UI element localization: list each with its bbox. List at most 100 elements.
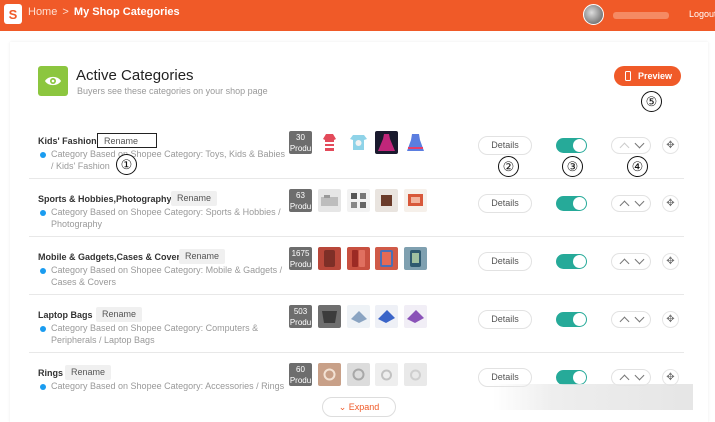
avatar[interactable] <box>583 4 604 25</box>
annotation-marker-4: ④ <box>627 156 648 177</box>
move-down-icon[interactable] <box>634 138 645 149</box>
category-toggle[interactable] <box>556 312 587 327</box>
category-toggle[interactable] <box>556 196 587 211</box>
reorder-control[interactable] <box>611 137 651 154</box>
product-thumbnail <box>347 247 370 270</box>
category-toggle[interactable] <box>556 254 587 269</box>
breadcrumb-home-link[interactable]: Home <box>28 6 57 18</box>
product-count-badge: 503 Produ <box>289 305 312 328</box>
product-thumbnail <box>375 247 398 270</box>
product-thumbnail <box>404 189 427 212</box>
expand-button[interactable]: ⌄ Expand <box>322 397 396 417</box>
divider <box>29 236 684 237</box>
divider <box>29 294 684 295</box>
move-down-icon[interactable] <box>634 312 645 323</box>
phone-icon <box>625 71 631 81</box>
breadcrumb-separator: > <box>62 6 69 18</box>
product-thumbnail <box>375 189 398 212</box>
chevron-down-icon: ⌄ <box>338 402 347 412</box>
product-count-badge: 63 Produ <box>289 189 312 212</box>
product-thumbnail <box>318 305 341 328</box>
move-up-icon[interactable] <box>619 200 630 211</box>
watermark-overlay <box>493 384 693 410</box>
info-dot-icon <box>40 152 46 158</box>
rename-button[interactable]: Rename <box>179 249 226 264</box>
drag-handle-icon[interactable]: ✥ <box>662 311 679 328</box>
reorder-control[interactable] <box>611 195 651 212</box>
reorder-control[interactable] <box>611 311 651 328</box>
product-count-badge: 60 Produ <box>289 363 312 386</box>
details-button[interactable]: Details <box>478 136 532 155</box>
product-thumbnail <box>404 363 427 386</box>
category-description: Category Based on Shopee Category: Acces… <box>38 381 288 393</box>
category-name: Kids' Fashion <box>38 136 97 146</box>
category-description: Category Based on Shopee Category: Compu… <box>38 323 288 346</box>
rename-button[interactable]: Rename <box>97 133 157 148</box>
page-subtitle: Buyers see these categories on your shop… <box>77 86 268 96</box>
product-thumbnail <box>318 247 341 270</box>
details-button[interactable]: Details <box>478 194 532 213</box>
rename-button[interactable]: Rename <box>171 191 218 206</box>
product-thumbnail <box>404 131 427 154</box>
page-title: Active Categories <box>76 67 194 84</box>
category-toggle[interactable] <box>556 370 587 385</box>
info-dot-icon <box>40 210 46 216</box>
category-description: Category Based on Shopee Category: Mobil… <box>38 265 288 288</box>
logout-link[interactable]: Logout <box>689 9 715 19</box>
rename-button[interactable]: Rename <box>65 365 112 380</box>
eye-badge <box>38 66 68 96</box>
move-down-icon[interactable] <box>634 254 645 265</box>
preview-button[interactable]: Preview <box>614 66 681 86</box>
drag-handle-icon[interactable]: ✥ <box>662 195 679 212</box>
product-count-badge: 1675 Produ <box>289 247 312 270</box>
info-dot-icon <box>40 268 46 274</box>
top-bar: S Home > My Shop Categories Logout <box>0 0 715 31</box>
drag-handle-icon[interactable]: ✥ <box>662 253 679 270</box>
move-up-icon[interactable] <box>619 374 630 385</box>
category-description: Category Based on Shopee Category: Sport… <box>38 207 288 230</box>
expand-label: Expand <box>348 402 380 412</box>
shopee-logo-icon[interactable]: S <box>4 4 22 24</box>
annotation-marker-1: ① <box>116 154 137 175</box>
product-thumbnail <box>347 189 370 212</box>
info-dot-icon <box>40 326 46 332</box>
product-thumbnail <box>318 131 341 154</box>
move-up-icon[interactable] <box>619 316 630 327</box>
product-thumbnail <box>347 305 370 328</box>
annotation-marker-2: ② <box>498 156 519 177</box>
details-button[interactable]: Details <box>478 310 532 329</box>
divider <box>29 352 684 353</box>
category-name: Rings <box>38 368 64 378</box>
product-thumbnail <box>375 305 398 328</box>
product-thumbnail <box>375 131 398 154</box>
product-count-badge: 30 Produ <box>289 131 312 154</box>
category-row: Mobile & Gadgets,Cases & Covers Rename C… <box>29 242 689 298</box>
eye-icon <box>45 76 61 86</box>
category-description: Category Based on Shopee Category: Toys,… <box>38 149 288 172</box>
move-up-icon[interactable] <box>619 142 630 153</box>
move-up-icon[interactable] <box>619 258 630 269</box>
category-name: Mobile & Gadgets,Cases & Covers <box>38 252 186 262</box>
drag-handle-icon[interactable]: ✥ <box>662 137 679 154</box>
move-down-icon[interactable] <box>634 196 645 207</box>
product-thumbnail <box>375 363 398 386</box>
category-name: Sports & Hobbies,Photography <box>38 194 172 204</box>
annotation-marker-3: ③ <box>562 156 583 177</box>
move-down-icon[interactable] <box>634 370 645 381</box>
product-thumbnail <box>347 363 370 386</box>
divider <box>29 178 684 179</box>
breadcrumb-current: My Shop Categories <box>73 6 180 18</box>
category-toggle[interactable] <box>556 138 587 153</box>
category-row: Sports & Hobbies,Photography Rename Cate… <box>29 184 689 240</box>
preview-label: Preview <box>638 71 673 81</box>
info-dot-icon <box>40 384 46 390</box>
category-name: Laptop Bags <box>38 310 93 320</box>
product-thumbnail <box>318 363 341 386</box>
product-thumbnail <box>404 247 427 270</box>
rename-button[interactable]: Rename <box>96 307 143 322</box>
details-button[interactable]: Details <box>478 252 532 271</box>
breadcrumb: Home > My Shop Categories <box>28 6 180 18</box>
reorder-control[interactable] <box>611 253 651 270</box>
product-thumbnail <box>318 189 341 212</box>
product-thumbnail <box>347 131 370 154</box>
